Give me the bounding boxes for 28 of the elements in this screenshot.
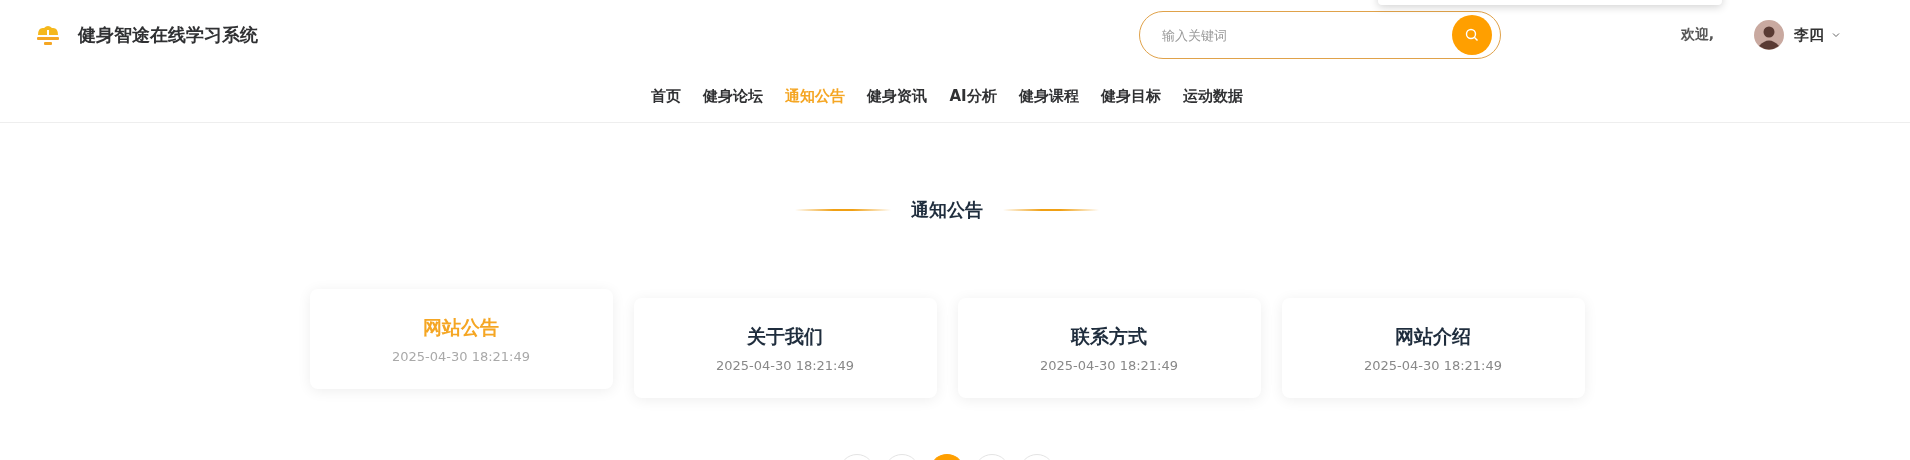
notice-date: 2025-04-30 18:21:49 xyxy=(715,357,855,373)
welcome-text: 欢迎, xyxy=(1680,26,1714,44)
nav-link[interactable]: 健身论坛 xyxy=(703,86,764,106)
site-title: 健身智途在线学习系统 xyxy=(78,23,258,47)
logo-icon xyxy=(35,24,61,46)
notice-title: 联系方式 xyxy=(1071,323,1147,349)
notice-card[interactable]: 网站介绍 2025-04-30 18:21:49 xyxy=(1281,298,1585,398)
search-field[interactable]: 输入关键词 xyxy=(1159,26,1452,44)
notice-date: 2025-04-30 18:21:49 xyxy=(1039,357,1179,373)
nav-link[interactable]: 健身课程 xyxy=(1018,86,1079,106)
search-icon xyxy=(1464,28,1479,42)
notice-card[interactable]: 联系方式 2025-04-30 18:21:49 xyxy=(957,298,1261,398)
nav-link[interactable]: 健身资讯 xyxy=(867,86,928,106)
notice-title: 关于我们 xyxy=(747,323,823,349)
nav-link[interactable]: 首页 xyxy=(651,86,682,106)
nav-link[interactable]: AI分析 xyxy=(949,86,997,106)
nav-link[interactable]: 运动数据 xyxy=(1182,86,1243,106)
notice-date: 2025-04-30 18:21:49 xyxy=(1363,357,1503,373)
notice-title: 网站介绍 xyxy=(1395,323,1471,349)
notice-title: 网站公告 xyxy=(423,314,499,340)
notice-date: 2025-04-30 18:21:49 xyxy=(391,348,531,364)
caret-icon[interactable] xyxy=(1832,32,1840,38)
user-name[interactable]: 李四 xyxy=(1794,25,1824,45)
nav-link[interactable]: 健身目标 xyxy=(1100,86,1161,106)
avatar[interactable] xyxy=(1754,20,1784,50)
notice-card[interactable]: 关于我们 2025-04-30 18:21:49 xyxy=(633,298,937,398)
search-button[interactable] xyxy=(1451,15,1492,55)
section-title: 通知公告 xyxy=(911,198,983,222)
